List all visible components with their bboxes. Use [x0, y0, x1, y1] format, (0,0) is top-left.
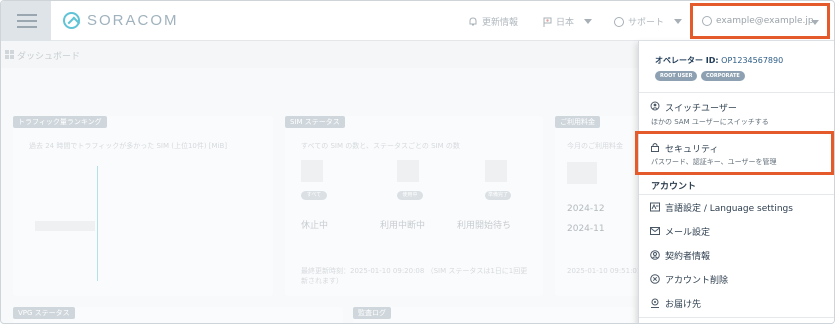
delete-account-label: アカウント削除 [665, 276, 729, 286]
top-header: SORACOM 更新情報 日本 サポート example@example.jp [1, 1, 834, 41]
translate-icon [650, 202, 660, 212]
switch-user-title: スイッチユーザー [665, 104, 737, 114]
user-menu-button[interactable]: example@example.jp [690, 3, 830, 39]
operator-id-label: オペレーター ID: [655, 56, 719, 65]
delete-account-menu-item[interactable]: アカウント削除 [639, 268, 834, 290]
switch-user-menu-item[interactable]: スイッチユーザー ほかの SAM ユーザーにスイッチする [639, 93, 834, 133]
chevron-down-icon [811, 20, 819, 25]
operator-id-line: オペレーター ID: OP1234567890 [655, 55, 783, 66]
security-highlight-box [635, 131, 834, 175]
user-email: example@example.jp [716, 16, 814, 26]
switch-user-description: ほかの SAM ユーザーにスイッチする [651, 118, 769, 126]
root-user-badge: ROOT USER [655, 71, 698, 81]
language-label: 日本 [556, 18, 575, 28]
globe-icon [614, 16, 624, 27]
shipping-address-label: お届け先 [665, 300, 702, 310]
operator-id-value: OP1234567890 [721, 56, 784, 65]
shipping-address-menu-item[interactable]: お届け先 [639, 292, 834, 314]
soracom-logo-icon [63, 12, 80, 29]
user-icon [702, 16, 712, 26]
soracom-logo[interactable]: SORACOM [63, 12, 179, 29]
chevron-down-icon [584, 19, 593, 24]
flag-icon [543, 17, 552, 27]
shipping-icon [651, 298, 659, 308]
language-settings-menu-item[interactable]: 言語設定 / Language settings [639, 196, 834, 218]
bell-icon [469, 16, 477, 25]
operator-info: オペレーター ID: OP1234567890 ROOT USER CORPOR… [639, 41, 834, 93]
mail-settings-label: メール設定 [665, 228, 711, 238]
user-dropdown-menu: オペレーター ID: OP1234567890 ROOT USER CORPOR… [638, 41, 834, 323]
app-window: SORACOM 更新情報 日本 サポート example@example.jp … [0, 0, 835, 324]
switch-user-icon [650, 101, 660, 111]
language-settings-label: 言語設定 / Language settings [665, 204, 793, 214]
contract-info-label: 契約者情報 [665, 252, 711, 262]
delete-account-icon [650, 274, 660, 284]
contract-info-menu-item[interactable]: 契約者情報 [639, 244, 834, 266]
mail-settings-menu-item[interactable]: メール設定 [639, 220, 834, 242]
mail-icon [650, 227, 660, 235]
hamburger-menu-button[interactable] [1, 1, 51, 41]
support-label: サポート [628, 18, 665, 28]
account-section-heading: アカウント [651, 182, 697, 192]
menu-divider [639, 194, 834, 195]
corporate-badge: CORPORATE [701, 71, 745, 81]
brand-name: SORACOM [87, 12, 179, 29]
menu-divider [639, 317, 834, 318]
support-menu[interactable]: サポート [614, 15, 683, 28]
updates-link[interactable]: 更新情報 [468, 15, 518, 28]
chevron-down-icon [674, 19, 683, 24]
language-selector[interactable]: 日本 [543, 15, 593, 28]
updates-label: 更新情報 [482, 18, 519, 28]
contract-icon [650, 250, 660, 260]
